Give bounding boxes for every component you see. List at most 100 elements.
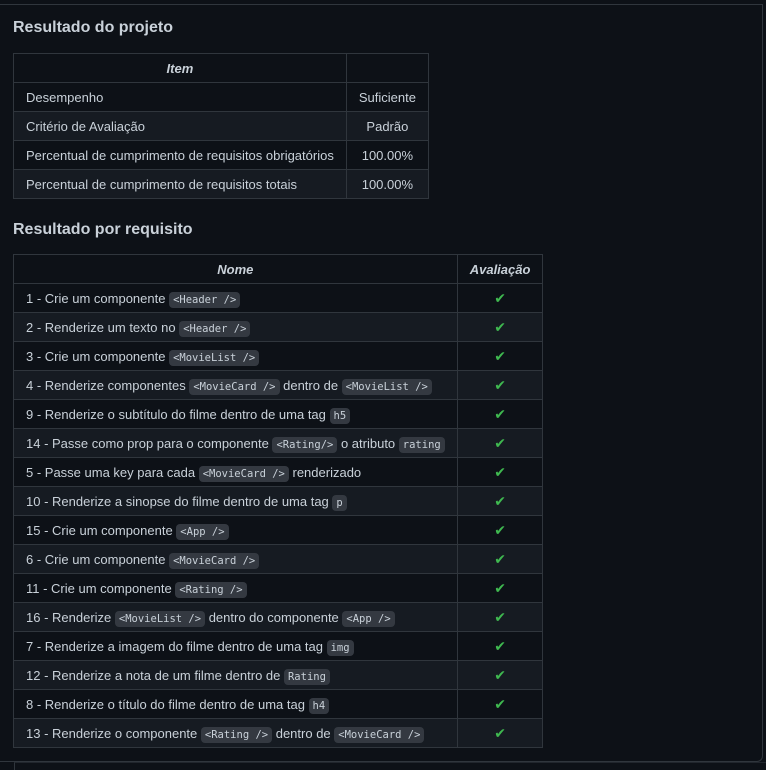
requirement-text: 1 - Crie um componente [26, 290, 170, 306]
requirement-text: 14 - Passe como prop para o componente [26, 435, 273, 451]
evaluation-cell: ✔ [456, 370, 544, 400]
requirement-text: o atributo [337, 435, 399, 451]
evaluation-cell: ✔ [456, 341, 544, 371]
requirement-name-cell: 8 - Renderize o título do filme dentro d… [13, 689, 458, 719]
check-icon: ✔ [494, 637, 506, 654]
requirement-text: 15 - Crie um componente [26, 522, 177, 538]
table-row: Percentual de cumprimento de requisitos … [13, 169, 429, 199]
check-icon: ✔ [494, 434, 506, 451]
code-tag: rating [398, 436, 445, 453]
value-cell: Padrão [345, 111, 429, 141]
code-tag: p [332, 494, 347, 511]
evaluation-cell: ✔ [456, 544, 544, 574]
code-tag: <MovieList /> [169, 349, 260, 366]
check-icon: ✔ [494, 550, 506, 567]
table-row: 15 - Crie um componente <App /> ✔ [13, 515, 544, 545]
evaluation-cell: ✔ [456, 283, 544, 313]
check-icon: ✔ [494, 289, 506, 306]
requirement-text: 3 - Crie um componente [26, 348, 170, 364]
code-tag: h4 [308, 697, 330, 714]
value-cell: 100.00% [345, 169, 429, 199]
code-tag: <MovieList /> [341, 378, 432, 395]
evaluation-cell: ✔ [456, 428, 544, 458]
value-cell: 100.00% [345, 140, 429, 170]
requirement-name-cell: 13 - Renderize o componente <Rating /> d… [13, 718, 458, 748]
code-tag: <MovieCard /> [198, 465, 289, 482]
table-row: 8 - Renderize o título do filme dentro d… [13, 689, 544, 719]
code-tag: <MovieList /> [114, 610, 206, 627]
item-cell: Percentual de cumprimento de requisitos … [13, 140, 347, 170]
table-row: 6 - Crie um componente <MovieCard /> ✔ [13, 544, 544, 574]
evaluation-cell: ✔ [456, 573, 544, 603]
requirement-text: 8 - Renderize o título do filme dentro d… [26, 696, 309, 712]
requirement-text: 16 - Renderize [26, 609, 115, 625]
check-icon: ✔ [494, 376, 506, 393]
evaluation-cell: ✔ [456, 515, 544, 545]
column-header-value [345, 53, 429, 83]
requirement-text: 11 - Crie um componente [26, 580, 176, 596]
check-icon: ✔ [494, 521, 506, 538]
table-row: Percentual de cumprimento de requisitos … [13, 140, 429, 170]
requirement-text: 13 - Renderize o componente [26, 725, 201, 741]
evaluation-cell: ✔ [456, 718, 544, 748]
check-icon: ✔ [494, 492, 506, 509]
code-tag: <Header /> [169, 291, 241, 308]
table-row: 2 - Renderize um texto no <Header /> ✔ [13, 312, 544, 342]
requirement-text: 9 - Renderize o subtítulo do filme dentr… [26, 406, 330, 422]
requirement-text: dentro do componente [205, 609, 343, 625]
requirement-text: dentro de [272, 725, 335, 741]
table-row: 9 - Renderize o subtítulo do filme dentr… [13, 399, 544, 429]
item-cell: Desempenho [13, 82, 347, 112]
requirement-name-cell: 1 - Crie um componente <Header /> [13, 283, 458, 313]
evaluation-cell: ✔ [456, 689, 544, 719]
requirement-name-cell: 5 - Passe uma key para cada <MovieCard /… [13, 457, 458, 487]
check-icon: ✔ [494, 405, 506, 422]
table-row: Desempenho Suficiente [13, 82, 429, 112]
table-row: 3 - Crie um componente <MovieList /> ✔ [13, 341, 544, 371]
table-row: 13 - Renderize o componente <Rating /> d… [13, 718, 544, 748]
table-row: 5 - Passe uma key para cada <MovieCard /… [13, 457, 544, 487]
item-cell: Critério de Avaliação [13, 111, 347, 141]
code-tag: <App /> [176, 523, 229, 540]
requirement-name-cell: 11 - Crie um componente <Rating /> [13, 573, 458, 603]
table-row: 12 - Renderize a nota de um filme dentro… [13, 660, 544, 690]
item-cell: Percentual de cumprimento de requisitos … [13, 169, 347, 199]
code-tag: <Header /> [179, 320, 251, 337]
requirement-name-cell: 12 - Renderize a nota de um filme dentro… [13, 660, 458, 690]
requirement-text: 4 - Renderize componentes [26, 377, 190, 393]
evaluation-cell: ✔ [456, 602, 544, 632]
requirement-name-cell: 9 - Renderize o subtítulo do filme dentr… [13, 399, 458, 429]
requirements-table: Nome Avaliação 1 - Crie um componente <H… [13, 254, 544, 748]
code-tag: <Rating/> [272, 436, 338, 453]
code-tag: <App /> [342, 610, 395, 627]
table-row: 14 - Passe como prop para o componente <… [13, 428, 544, 458]
column-header-name: Nome [13, 254, 458, 284]
evaluation-cell: ✔ [456, 486, 544, 516]
code-tag: h5 [329, 407, 351, 424]
value-cell: Suficiente [345, 82, 429, 112]
table-row: 7 - Renderize a imagem do filme dentro d… [13, 631, 544, 661]
requirement-text: dentro de [279, 377, 342, 393]
column-header-item: Item [13, 53, 347, 83]
evaluation-cell: ✔ [456, 312, 544, 342]
code-tag: <Rating /> [175, 581, 247, 598]
column-header-evaluation: Avaliação [456, 254, 544, 284]
evaluation-cell: ✔ [456, 457, 544, 487]
requirements-result-heading: Resultado por requisito [13, 221, 193, 238]
project-result-table: Item Desempenho Suficiente Critério de Ava… [13, 53, 429, 199]
check-icon: ✔ [494, 666, 506, 683]
requirement-name-cell: 2 - Renderize um texto no <Header /> [13, 312, 458, 342]
requirement-name-cell: 14 - Passe como prop para o componente <… [13, 428, 458, 458]
check-icon: ✔ [494, 463, 506, 480]
requirement-text: 7 - Renderize a imagem do filme dentro d… [26, 638, 327, 654]
evaluation-cell: ✔ [456, 399, 544, 429]
requirement-name-cell: 3 - Crie um componente <MovieList /> [13, 341, 458, 371]
table-row: 1 - Crie um componente <Header /> ✔ [13, 283, 544, 313]
check-icon: ✔ [494, 579, 506, 596]
check-icon: ✔ [494, 695, 506, 712]
requirement-text: 10 - Renderize a sinopse do filme dentro… [26, 493, 333, 509]
evaluation-cell: ✔ [456, 631, 544, 661]
code-tag: img [326, 639, 354, 656]
check-icon: ✔ [494, 724, 506, 741]
check-icon: ✔ [494, 608, 506, 625]
